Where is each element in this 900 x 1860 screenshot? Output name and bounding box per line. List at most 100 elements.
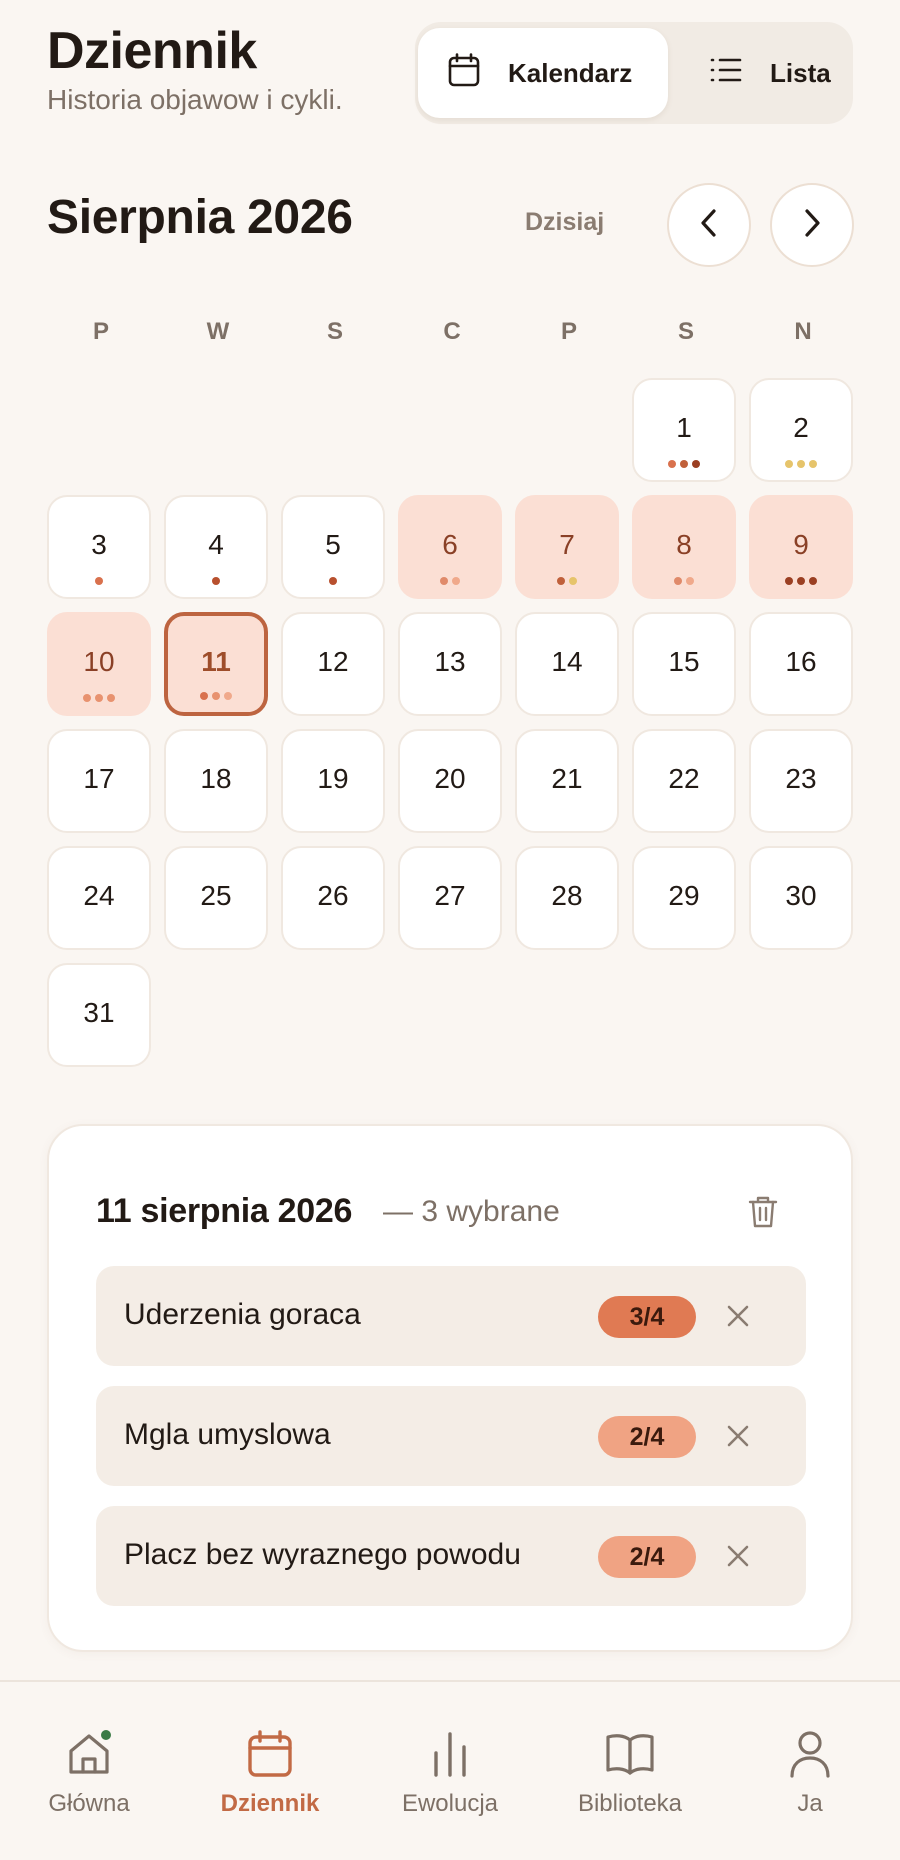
list-view-button[interactable]: Lista xyxy=(690,28,850,118)
symptom-dot xyxy=(557,577,565,585)
list-icon xyxy=(710,56,742,91)
calendar-day[interactable]: 14 xyxy=(515,612,619,716)
symptom-dot xyxy=(212,692,220,700)
calendar-day[interactable]: 10 xyxy=(47,612,151,716)
day-number: 12 xyxy=(317,646,349,677)
symptom-dots xyxy=(751,577,851,585)
calendar-day[interactable]: 2 xyxy=(749,378,853,482)
calendar-day[interactable]: 28 xyxy=(515,846,619,950)
symptom-dot xyxy=(569,577,577,585)
nav-item-home[interactable]: Główna xyxy=(14,1728,164,1818)
symptom-dot xyxy=(785,460,793,468)
calendar-day[interactable]: 1 xyxy=(632,378,736,482)
calendar-day[interactable]: 19 xyxy=(281,729,385,833)
day-number: 6 xyxy=(442,529,458,560)
symptom-dots xyxy=(168,692,264,700)
book-icon xyxy=(604,1728,656,1780)
severity-badge: 2/4 xyxy=(598,1536,696,1578)
symptom-dot xyxy=(440,577,448,585)
symptom-dots xyxy=(517,577,617,585)
symptom-dots xyxy=(166,577,266,585)
symptom-name: Uderzenia goraca xyxy=(124,1298,361,1331)
calendar-day[interactable]: 12 xyxy=(281,612,385,716)
calendar-day[interactable]: 18 xyxy=(164,729,268,833)
symptom-name: Placz bez wyraznego powodu xyxy=(124,1538,521,1571)
symptom-row[interactable]: Uderzenia goraca 3/4 xyxy=(96,1266,806,1366)
calendar-day[interactable]: 29 xyxy=(632,846,736,950)
symptom-dot xyxy=(809,460,817,468)
today-button[interactable]: Dzisiaj xyxy=(525,208,604,237)
calendar-day[interactable]: 13 xyxy=(398,612,502,716)
next-month-button[interactable] xyxy=(770,183,854,267)
list-view-label: Lista xyxy=(770,57,831,88)
calendar-day[interactable]: 7 xyxy=(515,495,619,599)
weekday-label: N xyxy=(794,318,812,345)
calendar-day[interactable]: 17 xyxy=(47,729,151,833)
calendar-day[interactable]: 31 xyxy=(47,963,151,1067)
calendar-day[interactable]: 30 xyxy=(749,846,853,950)
calendar-day[interactable]: 25 xyxy=(164,846,268,950)
calendar-day[interactable]: 9 xyxy=(749,495,853,599)
detail-date: 11 sierpnia 2026 xyxy=(96,1192,353,1230)
symptom-dot xyxy=(200,692,208,700)
calendar-day[interactable]: 26 xyxy=(281,846,385,950)
nav-item-journal[interactable]: Dziennik xyxy=(195,1728,345,1818)
day-number: 21 xyxy=(551,763,583,794)
symptom-dots xyxy=(49,694,149,702)
calendar-day[interactable]: 22 xyxy=(632,729,736,833)
symptom-row[interactable]: Placz bez wyraznego powodu 2/4 xyxy=(96,1506,806,1606)
remove-symptom-button[interactable] xyxy=(718,1536,758,1576)
nav-item-library[interactable]: Biblioteka xyxy=(555,1728,705,1818)
calendar-day[interactable]: 6 xyxy=(398,495,502,599)
day-number: 2 xyxy=(793,412,809,443)
view-toggle: Kalendarz Lista xyxy=(415,22,853,124)
trash-icon xyxy=(748,1195,778,1234)
symptom-row[interactable]: Mgla umyslowa 2/4 xyxy=(96,1386,806,1486)
calendar-day-selected[interactable]: 11 xyxy=(164,612,268,716)
symptom-dot xyxy=(95,694,103,702)
symptom-dot xyxy=(224,692,232,700)
nav-label-me: Ja xyxy=(797,1790,823,1817)
day-number: 20 xyxy=(434,763,466,794)
calendar-day[interactable]: 21 xyxy=(515,729,619,833)
calendar-day[interactable]: 4 xyxy=(164,495,268,599)
day-number: 10 xyxy=(83,646,115,677)
symptom-dots xyxy=(751,460,851,468)
nav-item-me[interactable]: Ja xyxy=(735,1728,885,1818)
day-number: 5 xyxy=(325,529,341,560)
symptom-dots xyxy=(634,577,734,585)
calendar-day[interactable]: 24 xyxy=(47,846,151,950)
symptom-dots xyxy=(283,577,383,585)
calendar-day[interactable]: 16 xyxy=(749,612,853,716)
detail-count: — 3 wybrane xyxy=(383,1195,560,1228)
day-number: 31 xyxy=(83,997,115,1028)
previous-month-button[interactable] xyxy=(667,183,751,267)
remove-symptom-button[interactable] xyxy=(718,1416,758,1456)
day-number: 22 xyxy=(668,763,700,794)
remove-symptom-button[interactable] xyxy=(718,1296,758,1336)
day-detail-card: 11 sierpnia 2026 — 3 wybrane Uderzenia g… xyxy=(47,1124,853,1652)
calendar-day[interactable]: 8 xyxy=(632,495,736,599)
day-number: 3 xyxy=(91,529,107,560)
day-number: 26 xyxy=(317,880,349,911)
home-icon xyxy=(63,1728,115,1780)
day-number: 14 xyxy=(551,646,583,677)
calendar-view-button[interactable]: Kalendarz xyxy=(418,28,668,118)
symptom-dot xyxy=(329,577,337,585)
nav-item-evolution[interactable]: Ewolucja xyxy=(375,1728,525,1818)
symptom-dot xyxy=(692,460,700,468)
calendar-day[interactable]: 23 xyxy=(749,729,853,833)
calendar-day[interactable]: 5 xyxy=(281,495,385,599)
calendar-day[interactable]: 20 xyxy=(398,729,502,833)
symptom-dots xyxy=(49,577,149,585)
page-subtitle: Historia objawow i cykli. xyxy=(47,84,343,115)
calendar-day[interactable]: 27 xyxy=(398,846,502,950)
bottom-navigation: Główna Dziennik Ewolucja Biblioteka Ja xyxy=(0,1680,900,1860)
nav-label-library: Biblioteka xyxy=(577,1790,683,1817)
symptom-dot xyxy=(212,577,220,585)
delete-entry-button[interactable] xyxy=(743,1194,783,1234)
calendar-day[interactable]: 15 xyxy=(632,612,736,716)
calendar-icon xyxy=(244,1728,296,1780)
calendar-day[interactable]: 3 xyxy=(47,495,151,599)
day-number: 25 xyxy=(200,880,232,911)
